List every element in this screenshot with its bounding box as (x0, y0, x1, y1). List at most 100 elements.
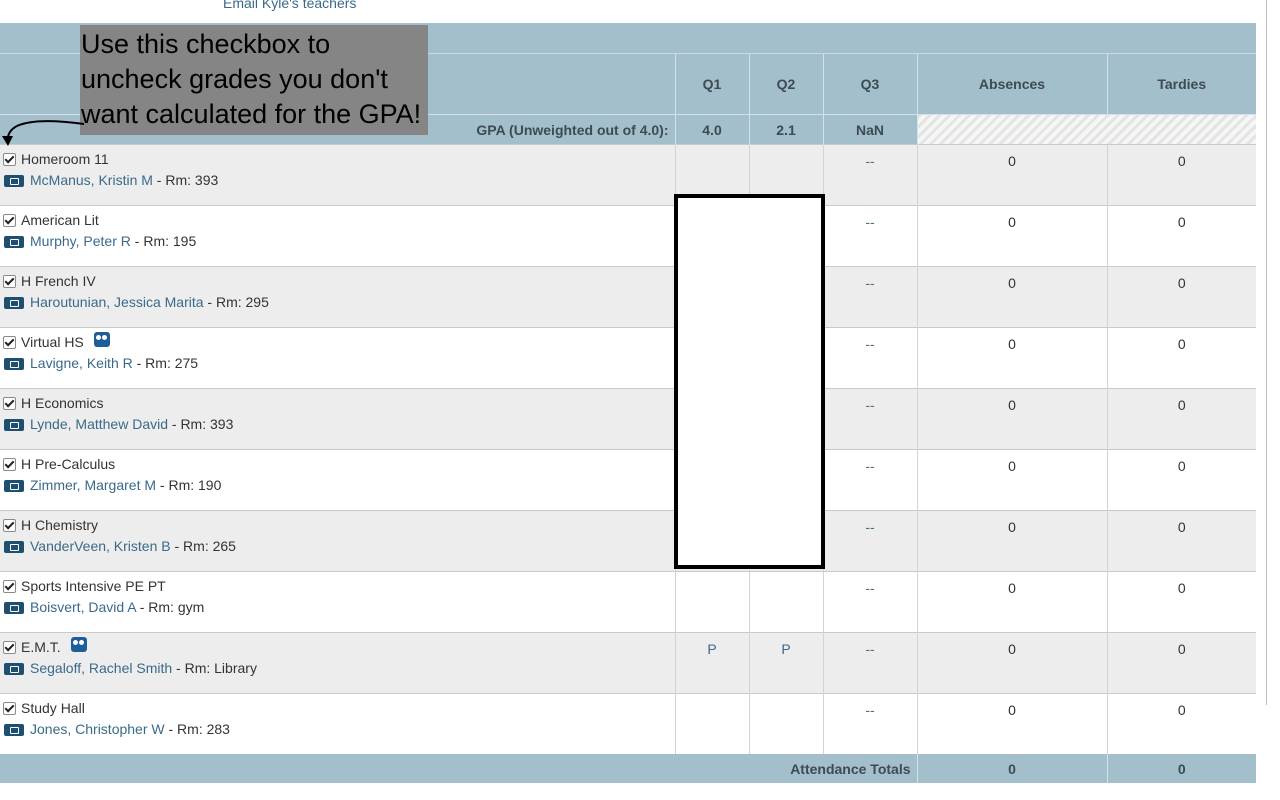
teacher-line: Haroutunian, Jessica Marita - Rm: 295 (0, 294, 675, 310)
gpa-include-checkbox[interactable] (3, 641, 16, 654)
q3-grade: -- (822, 510, 917, 572)
teacher-name-link[interactable]: Boisvert, David A (30, 599, 136, 615)
teacher-name-link[interactable]: Jones, Christopher W (30, 721, 165, 737)
absences-count: 0 (916, 205, 1107, 267)
room-text: - Rm: 283 (164, 721, 230, 737)
group-icon[interactable] (93, 332, 110, 347)
absences-count: 0 (916, 571, 1107, 633)
course-cell: E.M.T. Segaloff, Rachel Smith - Rm: Libr… (0, 632, 675, 694)
email-icon[interactable] (4, 419, 24, 432)
room-text: - Rm: 295 (203, 294, 269, 310)
header-absences: Absences (916, 53, 1107, 115)
teacher-line: Lavigne, Keith R - Rm: 275 (0, 355, 675, 371)
tardies-count: 0 (1106, 449, 1256, 511)
teacher-name-link[interactable]: VanderVeen, Kristen B (30, 538, 171, 554)
q1-grade[interactable] (674, 693, 749, 754)
email-icon[interactable] (4, 602, 24, 615)
teacher-line: Boisvert, David A - Rm: gym (0, 599, 675, 615)
absences-count: 0 (916, 266, 1107, 328)
course-row: Homeroom 11 McManus, Kristin M - Rm: 393… (0, 144, 1256, 206)
q1-grade[interactable]: P (674, 632, 749, 694)
email-icon[interactable] (4, 175, 24, 188)
tardies-count: 0 (1106, 388, 1256, 450)
tardies-count: 0 (1106, 632, 1256, 694)
header-q2: Q2 (748, 53, 823, 115)
course-name: Homeroom 11 (21, 151, 109, 167)
course-cell: Sports Intensive PE PT Boisvert, David A… (0, 571, 675, 633)
q2-grade[interactable] (748, 693, 823, 754)
q2-grade[interactable] (748, 571, 823, 633)
gpa-include-checkbox[interactable] (3, 336, 16, 349)
gpa-include-checkbox[interactable] (3, 153, 16, 166)
teacher-name-link[interactable]: McManus, Kristin M (30, 172, 153, 188)
course-cell: H Economics Lynde, Matthew David - Rm: 3… (0, 388, 675, 450)
teacher-name-link[interactable]: Zimmer, Margaret M (30, 477, 156, 493)
q3-grade: -- (822, 388, 917, 450)
course-cell: American Lit Murphy, Peter R - Rm: 195 (0, 205, 675, 267)
absences-count: 0 (916, 449, 1107, 511)
teacher-line: Jones, Christopher W - Rm: 283 (0, 721, 675, 737)
q2-grade[interactable]: P (748, 632, 823, 694)
gpa-include-checkbox[interactable] (3, 397, 16, 410)
email-icon[interactable] (4, 236, 24, 249)
totals-tardies: 0 (1106, 754, 1256, 783)
email-icon[interactable] (4, 541, 24, 554)
group-icon[interactable] (70, 637, 87, 652)
email-icon[interactable] (4, 663, 24, 676)
course-row: E.M.T. Segaloff, Rachel Smith - Rm: Libr… (0, 632, 1256, 694)
course-row: Study Hall Jones, Christopher W - Rm: 28… (0, 693, 1256, 754)
course-cell: H Pre-Calculus Zimmer, Margaret M - Rm: … (0, 449, 675, 511)
email-icon[interactable] (4, 297, 24, 310)
teacher-name-link[interactable]: Haroutunian, Jessica Marita (30, 294, 204, 310)
tardies-count: 0 (1106, 571, 1256, 633)
gpa-q2: 2.1 (748, 114, 823, 145)
email-teachers-link[interactable]: Email Kyle's teachers (223, 0, 356, 11)
gpa-include-checkbox[interactable] (3, 214, 16, 227)
teacher-line: VanderVeen, Kristen B - Rm: 265 (0, 538, 675, 554)
q1-grade[interactable] (674, 571, 749, 633)
course-name: H French IV (21, 273, 96, 289)
tardies-count: 0 (1106, 693, 1256, 754)
room-text: - Rm: 275 (132, 355, 199, 371)
teacher-name-link[interactable]: Murphy, Peter R (30, 233, 131, 249)
header-q1: Q1 (674, 53, 749, 115)
absences-count: 0 (916, 693, 1107, 754)
q3-grade: -- (822, 693, 917, 754)
totals-absences: 0 (916, 754, 1107, 783)
email-icon[interactable] (4, 724, 24, 737)
q3-grade: -- (822, 266, 917, 328)
absences-count: 0 (916, 144, 1107, 206)
absences-count: 0 (916, 510, 1107, 572)
gpa-include-checkbox[interactable] (3, 702, 16, 715)
q3-grade: -- (822, 571, 917, 633)
teacher-name-link[interactable]: Segaloff, Rachel Smith (30, 660, 172, 676)
email-icon[interactable] (4, 358, 24, 371)
course-name: H Chemistry (21, 517, 99, 533)
course-name: E.M.T. (21, 639, 61, 655)
header-q3: Q3 (822, 53, 917, 115)
q3-grade: -- (822, 449, 917, 511)
teacher-name-link[interactable]: Lavigne, Keith R (30, 355, 133, 371)
annotation-callout: Use this checkbox to uncheck grades you … (80, 25, 428, 135)
course-name: Virtual HS (21, 334, 84, 350)
q3-grade: -- (822, 632, 917, 694)
redaction-box (674, 194, 825, 569)
course-cell: Virtual HS Lavigne, Keith R - Rm: 275 (0, 327, 675, 389)
grades-table: Q1 Q2 Q3 Absences Tardies GPA (Unweighte… (0, 23, 1256, 783)
teacher-name-link[interactable]: Lynde, Matthew David (30, 416, 168, 432)
gpa-include-checkbox[interactable] (3, 580, 16, 593)
tardies-count: 0 (1106, 266, 1256, 328)
header-tardies: Tardies (1106, 53, 1256, 115)
email-icon[interactable] (4, 480, 24, 493)
gpa-include-checkbox[interactable] (3, 275, 16, 288)
gpa-include-checkbox[interactable] (3, 458, 16, 471)
gpa-include-checkbox[interactable] (3, 519, 16, 532)
course-row: Virtual HS Lavigne, Keith R - Rm: 275 --… (0, 327, 1256, 389)
course-row: H Economics Lynde, Matthew David - Rm: 3… (0, 388, 1256, 450)
course-cell: Study Hall Jones, Christopher W - Rm: 28… (0, 693, 675, 754)
course-name: H Economics (21, 395, 104, 411)
q3-grade: -- (822, 205, 917, 267)
room-text: - Rm: 393 (168, 416, 234, 432)
absences-count: 0 (916, 327, 1107, 389)
totals-label: Attendance Totals (0, 754, 917, 783)
